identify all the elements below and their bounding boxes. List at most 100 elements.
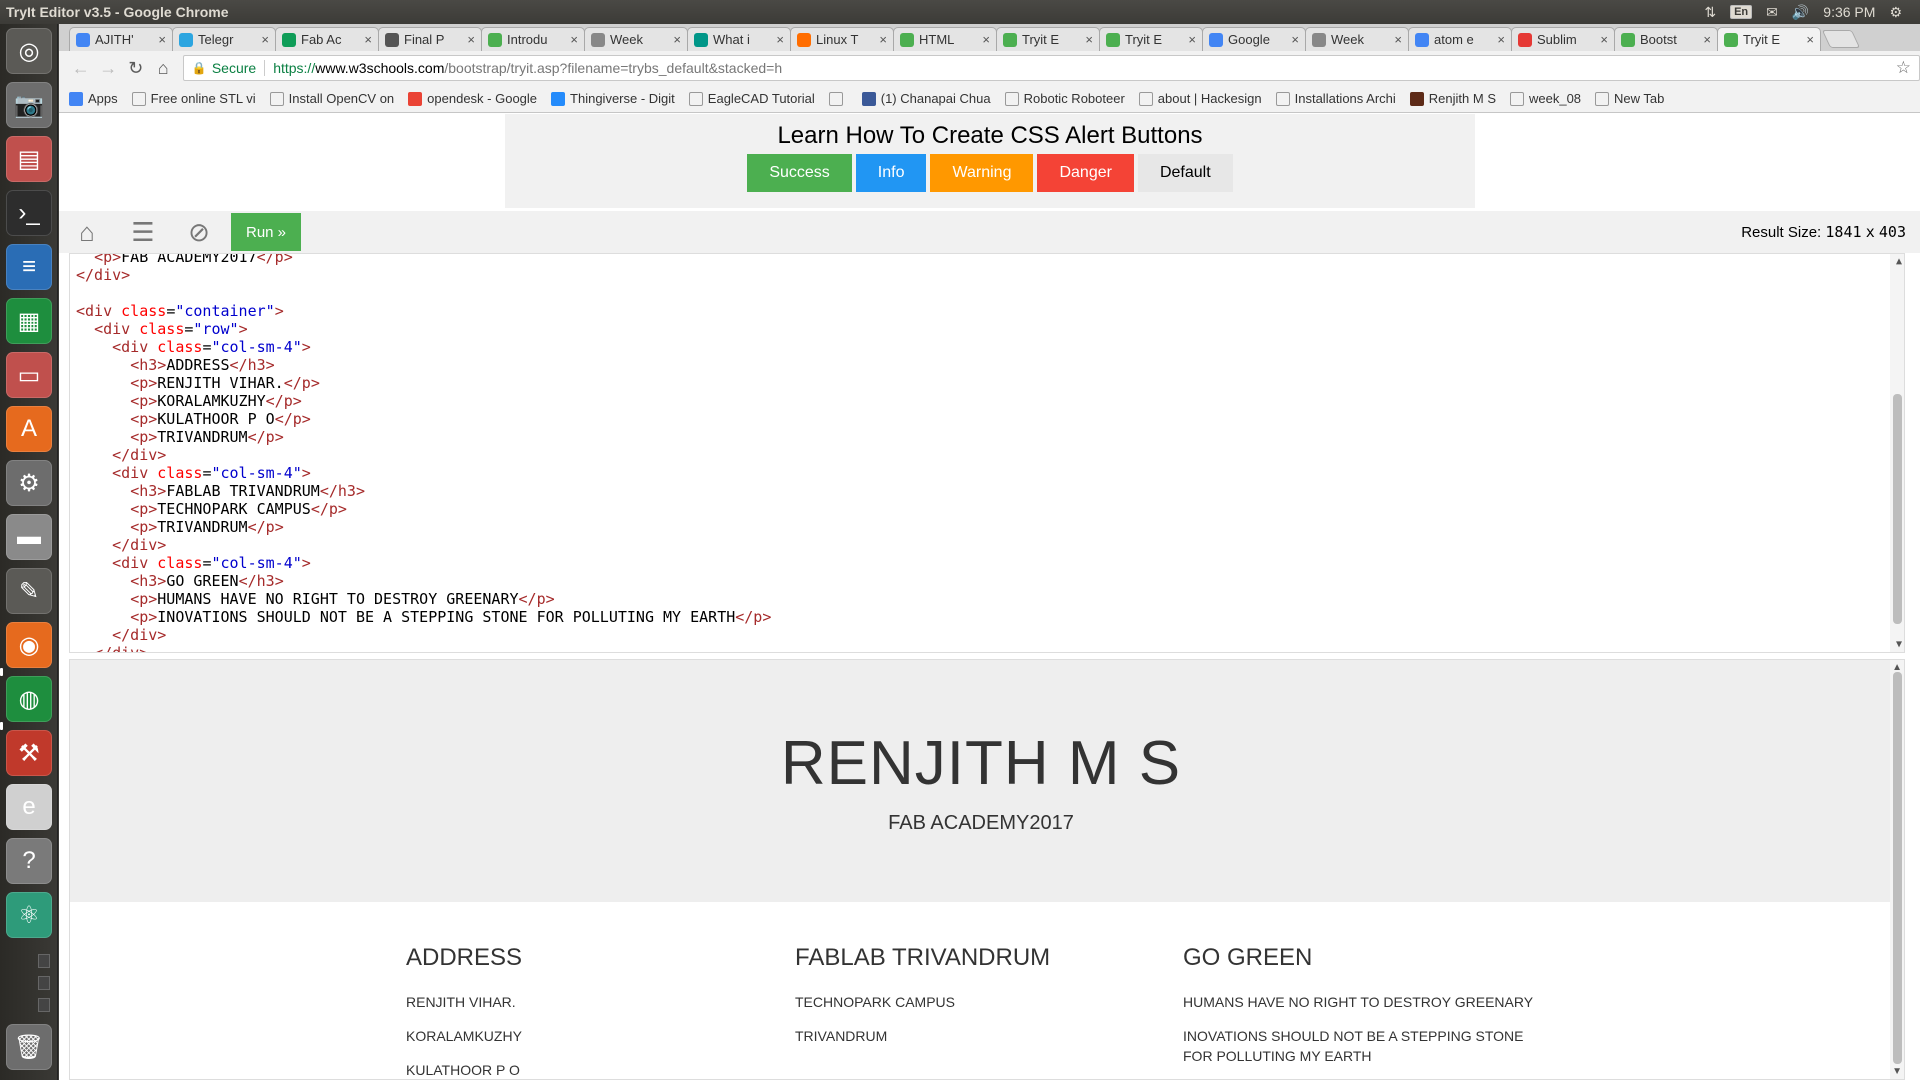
- new-tab-button[interactable]: [1821, 30, 1861, 48]
- close-icon[interactable]: ×: [1394, 32, 1402, 47]
- lock-icon[interactable]: 🔒: [192, 61, 207, 75]
- bookmark-item[interactable]: [828, 91, 848, 106]
- code-lines[interactable]: <p>FAB ACADEMY2017</p> </div> <div class="…: [76, 254, 771, 652]
- bookmark-item[interactable]: about | Hackesign: [1138, 91, 1262, 106]
- impress-icon[interactable]: ▭: [6, 352, 52, 398]
- browser-tab[interactable]: atom e ×: [1408, 27, 1512, 51]
- editor-scroll-thumb[interactable]: [1893, 394, 1902, 624]
- close-icon[interactable]: ×: [1085, 32, 1093, 47]
- code-line[interactable]: <p>TRIVANDRUM</p>: [76, 428, 771, 446]
- bookmark-item[interactable]: Apps: [69, 91, 118, 106]
- terminal-icon[interactable]: ›_: [6, 190, 52, 236]
- gimp-icon[interactable]: ✎: [6, 568, 52, 614]
- code-line[interactable]: <div class="container">: [76, 302, 771, 320]
- bookmark-item[interactable]: New Tab: [1595, 91, 1664, 106]
- network-arrows-icon[interactable]: ⇅: [1704, 4, 1716, 21]
- chrome-icon[interactable]: ◍: [6, 676, 52, 722]
- rotate-icon[interactable]: ⊘: [171, 211, 227, 253]
- code-editor[interactable]: <p>FAB ACADEMY2017</p> </div> <div class="…: [69, 253, 1905, 653]
- bookmark-star-icon[interactable]: ☆: [1896, 58, 1911, 78]
- code-line[interactable]: <div class="col-sm-4">: [76, 464, 771, 482]
- code-line[interactable]: </div>: [76, 626, 771, 644]
- code-line[interactable]: </div>: [76, 536, 771, 554]
- alert-button-info[interactable]: Info: [855, 154, 927, 192]
- trash-icon[interactable]: 🗑: [6, 1024, 52, 1070]
- close-icon[interactable]: ×: [982, 32, 990, 47]
- address-bar[interactable]: 🔒 Secure https://www.w3schools.com/boots…: [182, 55, 1920, 81]
- code-line[interactable]: <p>TRIVANDRUM</p>: [76, 518, 771, 536]
- browser-tab[interactable]: Linux T ×: [790, 27, 894, 51]
- browser-tab[interactable]: Introdu ×: [481, 27, 585, 51]
- ad-title[interactable]: Learn How To Create CSS Alert Buttons: [505, 122, 1475, 150]
- editor-scrollbar[interactable]: ▲ ▼: [1890, 254, 1904, 652]
- code-line[interactable]: <p>TECHNOPARK CAMPUS</p>: [76, 500, 771, 518]
- close-icon[interactable]: ×: [1703, 32, 1711, 47]
- browser-tab[interactable]: Tryit E ×: [1099, 27, 1203, 51]
- browser-tab[interactable]: Google ×: [1202, 27, 1306, 51]
- software-center-icon[interactable]: A: [6, 406, 52, 452]
- email-icon[interactable]: ✉: [1766, 4, 1778, 21]
- scroll-down-icon[interactable]: ▼: [1892, 1066, 1902, 1077]
- ubuntu-dash-icon[interactable]: ◎: [6, 28, 52, 74]
- close-icon[interactable]: ×: [673, 32, 681, 47]
- browser-tab[interactable]: Week ×: [584, 27, 688, 51]
- run-button[interactable]: Run »: [231, 213, 302, 251]
- bookmark-item[interactable]: Install OpenCV on: [269, 91, 394, 106]
- bookmark-item[interactable]: (1) Chanapai Chua: [861, 91, 991, 106]
- home-icon[interactable]: ⌂: [59, 211, 115, 253]
- browser-tab[interactable]: AJITH' ×: [69, 27, 173, 51]
- home-icon[interactable]: ⌂: [149, 54, 176, 82]
- close-icon[interactable]: ×: [1600, 32, 1608, 47]
- scroll-down-icon[interactable]: ▼: [1896, 639, 1902, 650]
- close-icon[interactable]: ×: [570, 32, 578, 47]
- close-icon[interactable]: ×: [467, 32, 475, 47]
- close-icon[interactable]: ×: [1497, 32, 1505, 47]
- close-icon[interactable]: ×: [1188, 32, 1196, 47]
- ad-banner[interactable]: Learn How To Create CSS Alert Buttons Su…: [505, 114, 1475, 208]
- camera-app-icon[interactable]: 📷: [6, 82, 52, 128]
- alert-button-success[interactable]: Success: [747, 154, 852, 192]
- code-line[interactable]: </div>: [76, 644, 771, 652]
- clock[interactable]: 9:36 PM: [1823, 4, 1875, 20]
- eagle-app-icon[interactable]: e: [6, 784, 52, 830]
- code-line[interactable]: <p>HUMANS HAVE NO RIGHT TO DESTROY GREEN…: [76, 590, 771, 608]
- help-icon[interactable]: ?: [6, 838, 52, 884]
- code-line[interactable]: <div class="row">: [76, 320, 771, 338]
- browser-tab[interactable]: What i ×: [687, 27, 791, 51]
- code-line[interactable]: <p>RENJITH VIHAR.</p>: [76, 374, 771, 392]
- browser-tab[interactable]: Tryit E ×: [1717, 27, 1821, 51]
- browser-tab[interactable]: Fab Ac ×: [275, 27, 379, 51]
- browser-tab[interactable]: Telegr ×: [172, 27, 276, 51]
- gear-icon[interactable]: ⚙: [1889, 4, 1902, 21]
- minimized-window-icon[interactable]: [38, 998, 50, 1012]
- bookmark-item[interactable]: Installations Archi: [1275, 91, 1396, 106]
- scroll-up-icon[interactable]: ▲: [1896, 256, 1902, 267]
- code-line[interactable]: <p>FAB ACADEMY2017</p>: [76, 254, 771, 266]
- minimized-window-icon[interactable]: [38, 954, 50, 968]
- minimized-window-icon[interactable]: [38, 976, 50, 990]
- bookmark-item[interactable]: EagleCAD Tutorial: [688, 91, 815, 106]
- code-line[interactable]: <h3>FABLAB TRIVANDRUM</h3>: [76, 482, 771, 500]
- close-icon[interactable]: ×: [261, 32, 269, 47]
- secure-label[interactable]: Secure: [212, 60, 266, 76]
- close-icon[interactable]: ×: [158, 32, 166, 47]
- code-line[interactable]: [76, 284, 771, 302]
- browser-tab[interactable]: Tryit E ×: [996, 27, 1100, 51]
- code-line[interactable]: <h3>GO GREEN</h3>: [76, 572, 771, 590]
- browser-tab[interactable]: Bootst ×: [1614, 27, 1718, 51]
- bookmark-item[interactable]: opendesk - Google: [408, 91, 537, 106]
- close-icon[interactable]: ×: [1291, 32, 1299, 47]
- code-line[interactable]: </div>: [76, 446, 771, 464]
- code-line[interactable]: <h3>ADDRESS</h3>: [76, 356, 771, 374]
- code-line[interactable]: <p>KORALAMKUZHY</p>: [76, 392, 771, 410]
- bookmark-item[interactable]: Thingiverse - Digit: [551, 91, 675, 106]
- freecad-icon[interactable]: ⚒: [6, 730, 52, 776]
- code-line[interactable]: <p>INOVATIONS SHOULD NOT BE A STEPPING S…: [76, 608, 771, 626]
- bookmark-item[interactable]: Free online STL vi: [131, 91, 256, 106]
- code-line[interactable]: <p>KULATHOOR P O</p>: [76, 410, 771, 428]
- bookmark-item[interactable]: Robotic Roboteer: [1004, 91, 1125, 106]
- alert-button-warning[interactable]: Warning: [930, 154, 1034, 192]
- forward-arrow-icon[interactable]: →: [94, 54, 121, 82]
- calc-icon[interactable]: ▦: [6, 298, 52, 344]
- bookmark-item[interactable]: Renjith M S: [1409, 91, 1496, 106]
